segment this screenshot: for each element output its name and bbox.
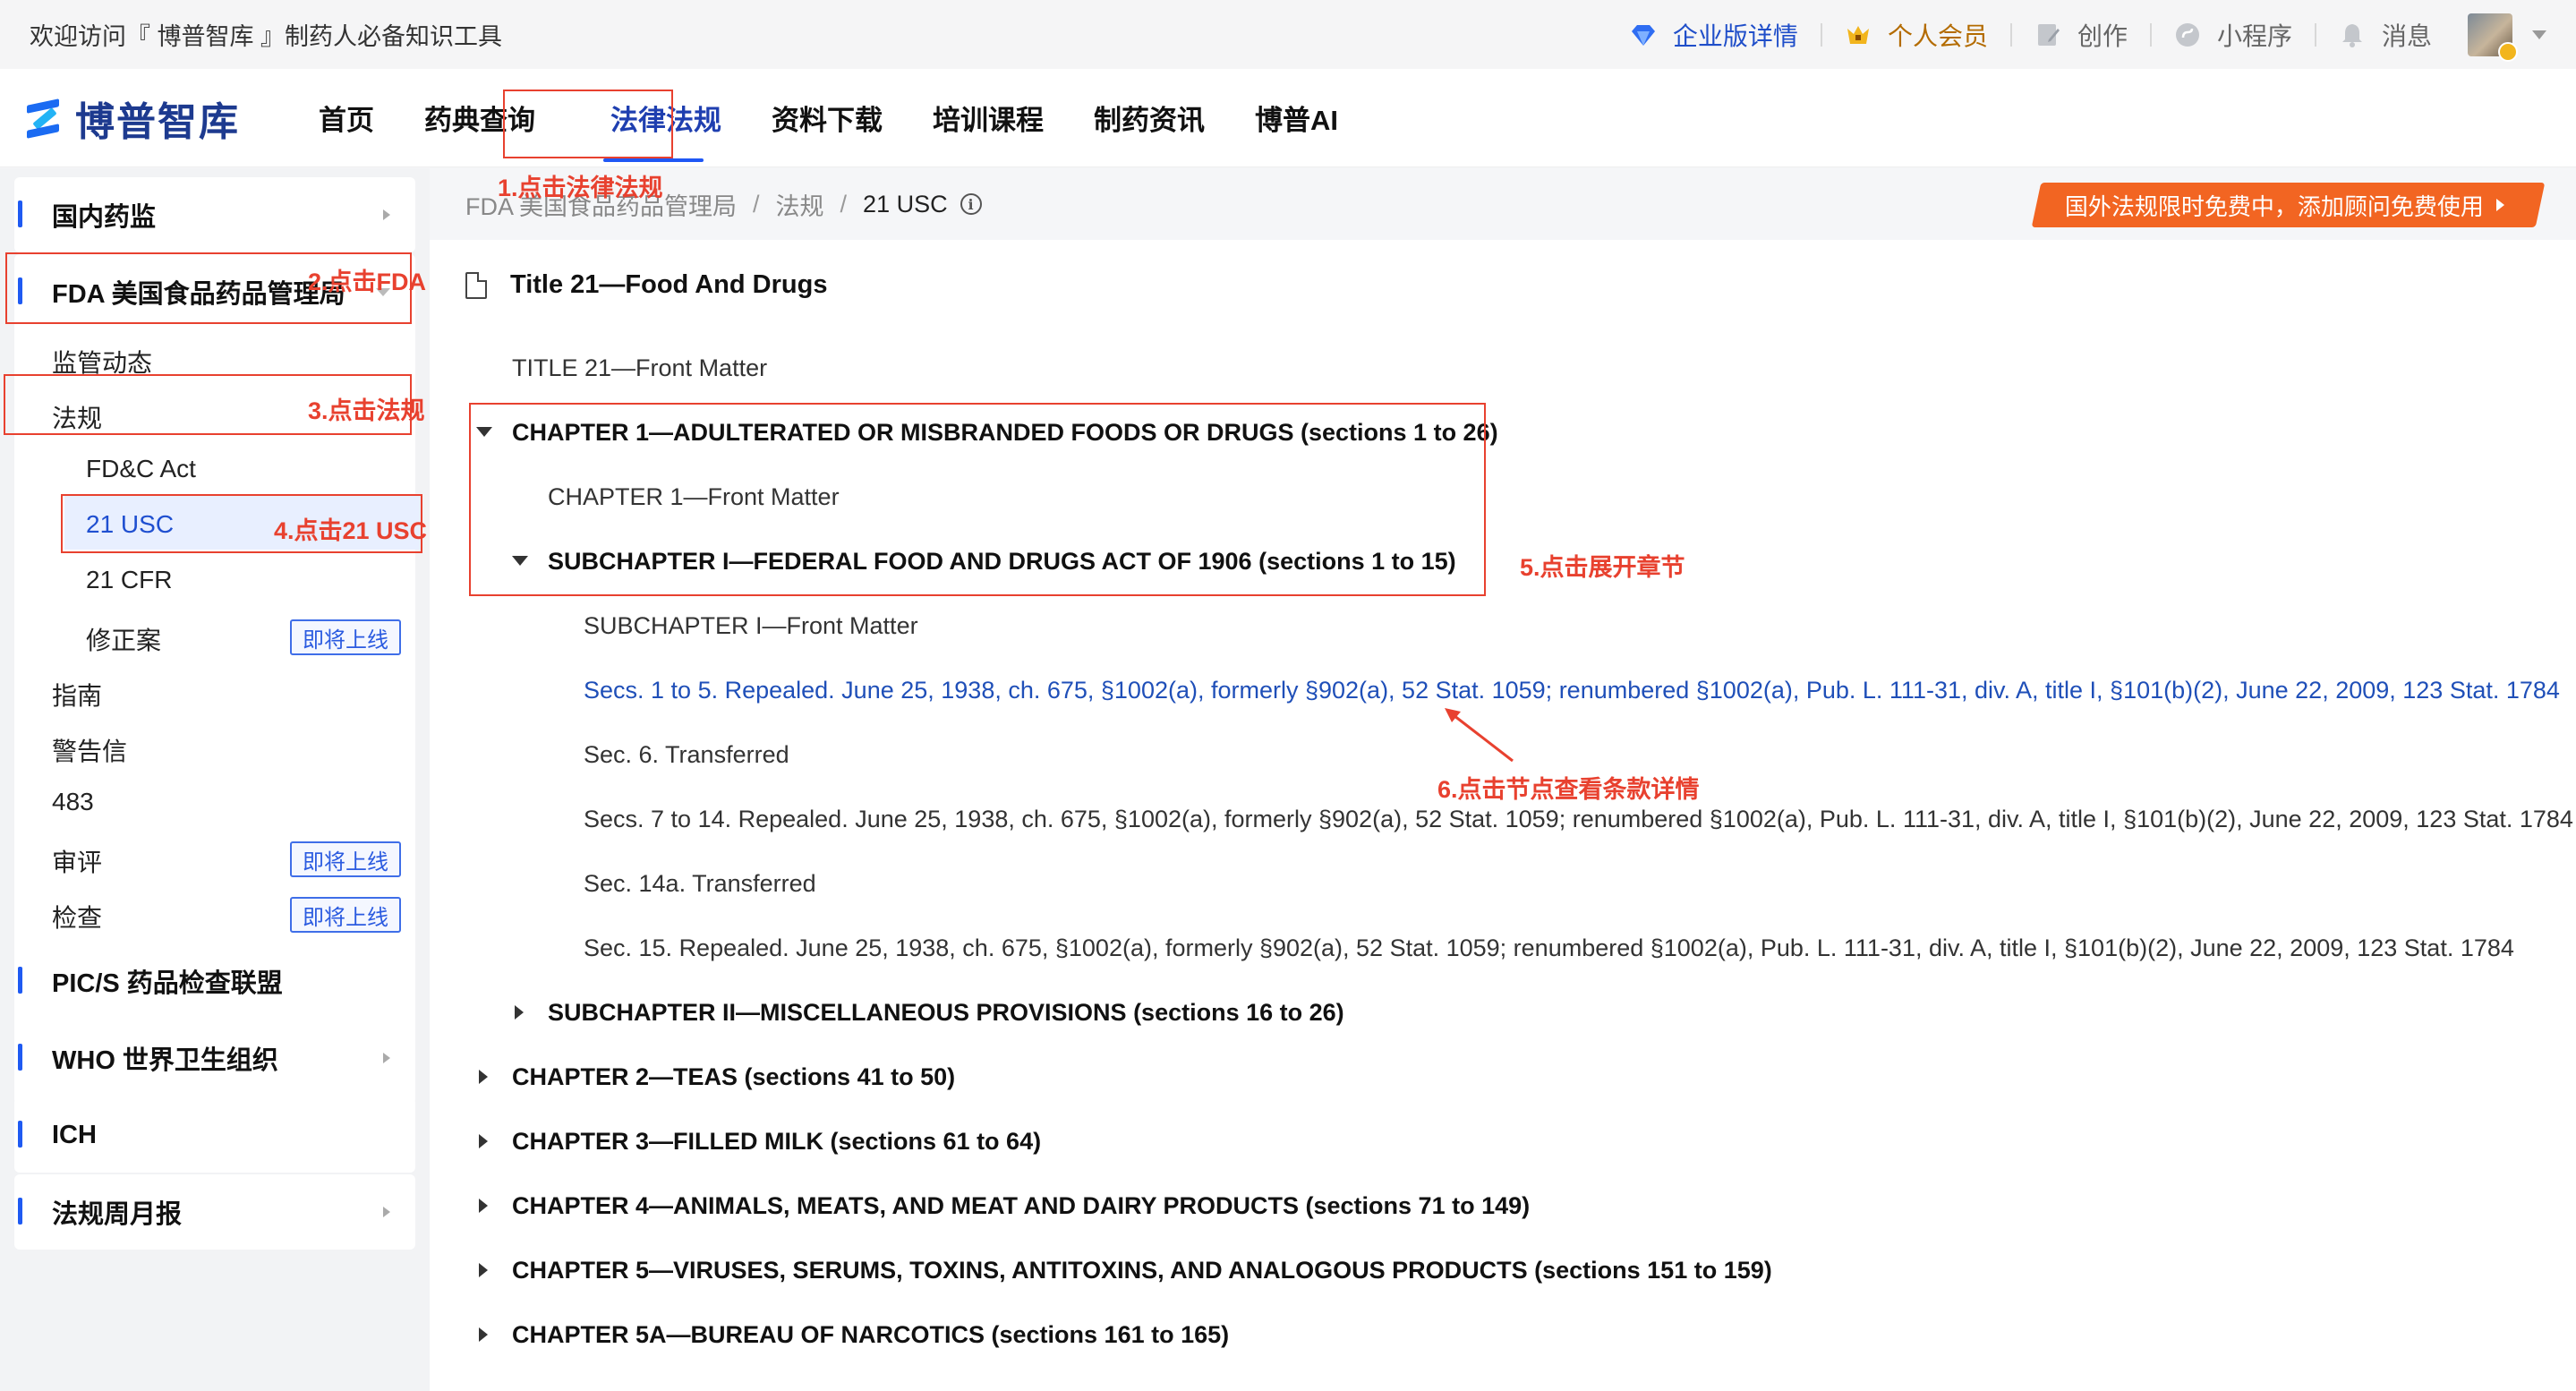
sidebar-item-483[interactable]: 483 — [52, 788, 94, 816]
document-icon — [465, 271, 487, 299]
tree-node-sec-6[interactable]: Sec. 6. Transferred — [584, 741, 789, 769]
messages-label: 消息 — [2381, 21, 2432, 50]
chevron-down-icon[interactable] — [2532, 30, 2546, 39]
tree-node-secs-1-5[interactable]: Secs. 1 to 5. Repealed. June 25, 1938, c… — [584, 677, 2560, 704]
sidebar-item-pics[interactable]: PIC/S 药品检查联盟 — [14, 943, 415, 1019]
tree-node-chapter-4[interactable]: CHAPTER 4—ANIMALS, MEATS, AND MEAT AND D… — [512, 1192, 1530, 1220]
bell-icon — [2341, 23, 2362, 47]
vip-link[interactable]: 个人会员 — [1845, 17, 1988, 53]
sidebar-item-label: WHO 世界卫生组织 — [52, 1046, 278, 1075]
sidebar-item-label: ICH — [52, 1120, 97, 1149]
sidebar-item-amendment[interactable]: 修正案 — [86, 621, 161, 657]
tree-node-chapter-5[interactable]: CHAPTER 5—VIRUSES, SERUMS, TOXINS, ANTIT… — [512, 1257, 1772, 1284]
coming-soon-badge: 即将上线 — [290, 897, 401, 933]
caret-right-icon[interactable] — [479, 1070, 488, 1084]
breadcrumb-current: 21 USC — [863, 190, 948, 218]
promo-banner[interactable]: 国外法规限时免费中，添加顾问免费使用 — [2031, 183, 2546, 227]
top-actions: 企业版详情 个人会员 创作 小程序 消息 — [1630, 13, 2546, 62]
annotation-step1: 1.点击法律法规 — [498, 175, 663, 201]
sidebar-item-monthly[interactable]: 法规周月报 — [14, 1174, 415, 1250]
chevron-right-icon — [383, 209, 390, 220]
tree-node-subchapter-1-front[interactable]: SUBCHAPTER I—Front Matter — [584, 612, 918, 640]
caret-right-icon[interactable] — [479, 1327, 488, 1342]
miniprogram-link[interactable]: 小程序 — [2174, 17, 2292, 53]
sidebar-item-label: 法规周月报 — [52, 1200, 183, 1229]
sidebar-item-guidance[interactable]: 指南 — [52, 677, 102, 713]
promo-text: 国外法规限时免费中，添加顾问免费使用 — [2064, 192, 2484, 220]
enterprise-link[interactable]: 企业版详情 — [1630, 17, 1798, 53]
sidebar-item-ich[interactable]: ICH — [14, 1097, 415, 1173]
sidebar-item-label: 国内药监 — [52, 203, 157, 232]
miniprogram-icon — [2175, 22, 2199, 47]
sidebar-item-review[interactable]: 审评 — [52, 843, 102, 879]
annotation-arrow-icon — [1445, 708, 1514, 763]
nav-training[interactable]: 培训课程 — [908, 69, 1069, 167]
sidebar-item-label: PIC/S 药品检查联盟 — [52, 969, 283, 998]
sidebar-item-who[interactable]: WHO 世界卫生组织 — [14, 1020, 415, 1096]
create-label: 创作 — [2077, 21, 2128, 50]
breadcrumb-separator: / — [840, 190, 848, 218]
main-nav: 博普智库 首页 药典查询 法律法规 资料下载 培训课程 制药资讯 博普AI — [0, 69, 2576, 167]
logo-text: 博普智库 — [75, 99, 240, 144]
annotation-box-step1 — [503, 90, 673, 158]
tree-node-chapter-3[interactable]: CHAPTER 3—FILLED MILK (sections 61 to 64… — [512, 1128, 1041, 1156]
nav-downloads[interactable]: 资料下载 — [746, 69, 908, 167]
logo[interactable]: 博普智库 — [27, 90, 240, 147]
chevron-right-icon — [383, 1207, 390, 1217]
divider — [1820, 22, 1822, 47]
diamond-icon — [1631, 24, 1655, 46]
vip-label: 个人会员 — [1887, 21, 1988, 50]
info-icon[interactable]: i — [960, 193, 982, 215]
annotation-step3: 3.点击法规 — [308, 397, 425, 424]
welcome-text: 欢迎访问『 博普智库 』制药人必备知识工具 — [30, 23, 503, 50]
tree-node-chapter-5a[interactable]: CHAPTER 5A—BUREAU OF NARCOTICS (sections… — [512, 1321, 1229, 1349]
annotation-step6: 6.点击节点查看条款详情 — [1437, 776, 1700, 803]
chevron-right-icon — [2496, 199, 2504, 211]
annotation-step5: 5.点击展开章节 — [1520, 554, 1685, 581]
sidebar-item-inspection[interactable]: 检查 — [52, 899, 102, 934]
chevron-right-icon — [383, 1053, 390, 1063]
divider — [2009, 22, 2012, 47]
create-link[interactable]: 创作 — [2034, 17, 2128, 53]
caret-right-icon[interactable] — [479, 1263, 488, 1277]
miniprogram-label: 小程序 — [2216, 21, 2292, 50]
tree-node-subchapter-2[interactable]: SUBCHAPTER II—MISCELLANEOUS PROVISIONS (… — [548, 999, 1344, 1027]
tree-node-sec-15[interactable]: Sec. 15. Repealed. June 25, 1938, ch. 67… — [584, 934, 2514, 962]
sidebar-item-fdc-act[interactable]: FD&C Act — [86, 455, 196, 483]
document-title-text: Title 21—Food And Drugs — [510, 270, 828, 299]
tree-node-secs-7-14[interactable]: Secs. 7 to 14. Repealed. June 25, 1938, … — [584, 806, 2573, 833]
divider — [2314, 22, 2316, 47]
sidebar-item-21-cfr[interactable]: 21 CFR — [86, 566, 172, 594]
sidebar-item-warning-letters[interactable]: 警告信 — [52, 732, 127, 768]
enterprise-label: 企业版详情 — [1672, 21, 1798, 50]
tree-node-chapter-2[interactable]: CHAPTER 2—TEAS (sections 41 to 50) — [512, 1063, 955, 1091]
annotation-step2: 2.点击FDA — [308, 269, 427, 295]
avatar[interactable] — [2468, 13, 2518, 62]
vip-crown-icon — [1847, 25, 1869, 44]
coming-soon-badge: 即将上线 — [290, 841, 401, 877]
nav-home[interactable]: 首页 — [294, 69, 399, 167]
breadcrumb-item[interactable]: 法规 — [776, 187, 824, 222]
logo-icon — [27, 98, 63, 139]
nav-news[interactable]: 制药资讯 — [1069, 69, 1230, 167]
breadcrumb-separator: / — [753, 190, 760, 218]
caret-right-icon[interactable] — [515, 1005, 524, 1020]
nav-ai[interactable]: 博普AI — [1230, 69, 1363, 167]
vip-badge-icon — [2498, 41, 2518, 62]
sidebar: 国内药监 FDA 美国食品药品管理局 监管动态 法规 FD&C Act 21 U… — [0, 168, 430, 1391]
caret-right-icon[interactable] — [479, 1134, 488, 1148]
top-info-bar: 欢迎访问『 博普智库 』制药人必备知识工具 企业版详情 个人会员 创作 小程序 … — [0, 0, 2576, 69]
divider — [2149, 22, 2152, 47]
edit-document-icon — [2037, 23, 2060, 46]
sidebar-item-domestic[interactable]: 国内药监 — [14, 177, 415, 252]
document-title: Title 21—Food And Drugs — [465, 270, 827, 300]
caret-right-icon[interactable] — [479, 1199, 488, 1213]
coming-soon-badge: 即将上线 — [290, 619, 401, 655]
tree-node-sec-14a[interactable]: Sec. 14a. Transferred — [584, 870, 816, 898]
annotation-step4: 4.点击21 USC — [274, 517, 428, 544]
messages-link[interactable]: 消息 — [2339, 17, 2432, 53]
tree-node-front-matter[interactable]: TITLE 21—Front Matter — [512, 354, 767, 382]
breadcrumb: FDA 美国食品药品管理局 / 法规 / 21 USC i 国外法规限时免费中，… — [430, 168, 2576, 240]
annotation-box-step5 — [469, 403, 1486, 596]
